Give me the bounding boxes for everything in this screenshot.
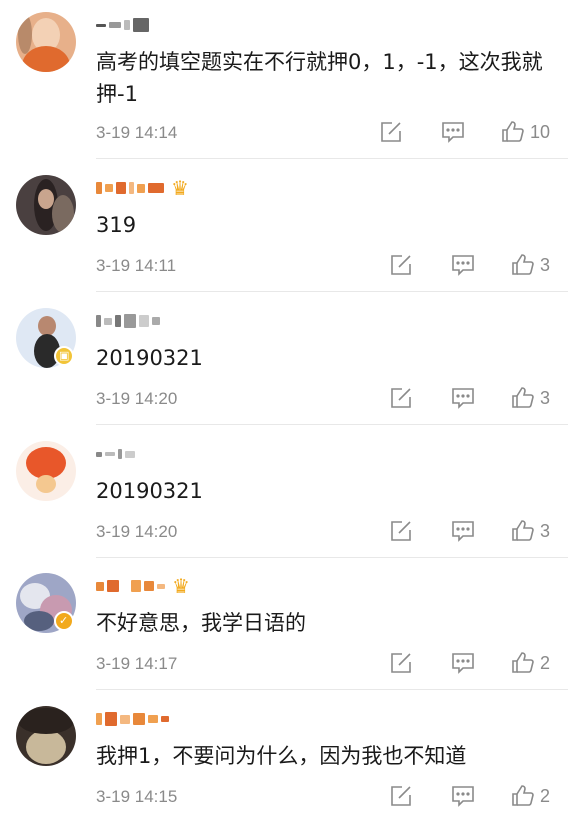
divider xyxy=(96,424,568,425)
thumbs-up-icon xyxy=(500,119,526,145)
comment-time: 3-19 14:20 xyxy=(96,522,178,541)
share-edit-icon[interactable] xyxy=(388,650,414,676)
share-edit-icon[interactable] xyxy=(388,385,414,411)
like-button[interactable]: 10 xyxy=(500,119,550,145)
share-edit-icon[interactable] xyxy=(388,783,414,809)
comment-icon[interactable] xyxy=(450,783,476,809)
thumbs-up-icon xyxy=(510,385,536,411)
divider xyxy=(96,158,568,159)
comment-text: 20190321 xyxy=(96,346,203,370)
comment-icon[interactable] xyxy=(450,518,476,544)
divider xyxy=(96,557,568,558)
like-button[interactable]: 3 xyxy=(510,518,550,544)
thumbs-up-icon xyxy=(510,252,536,278)
share-edit-icon[interactable] xyxy=(388,252,414,278)
comment-time: 3-19 14:15 xyxy=(96,787,178,806)
thumbs-up-icon xyxy=(510,518,536,544)
comment-text: 我押1，不要问为什么，因为我也不知道 xyxy=(96,744,467,768)
vip-badge-icon: ▣ xyxy=(54,346,74,366)
comment-text: 不好意思，我学日语的 xyxy=(96,611,306,635)
comment-icon[interactable] xyxy=(440,119,466,145)
username-pixelated[interactable]: ♛ xyxy=(96,177,189,199)
verified-badge-icon: ✓ xyxy=(54,611,74,631)
avatar[interactable] xyxy=(16,12,76,72)
comment-time: 3-19 14:20 xyxy=(96,389,178,408)
like-count: 3 xyxy=(539,520,550,541)
comment-time: 3-19 14:14 xyxy=(96,123,178,142)
comment-icon[interactable] xyxy=(450,650,476,676)
comment-text: 20190321 xyxy=(96,479,203,503)
divider xyxy=(96,291,568,292)
comment-time: 3-19 14:17 xyxy=(96,654,178,673)
username-pixelated[interactable] xyxy=(96,14,149,36)
username-pixelated[interactable]: ♛ xyxy=(96,575,190,597)
like-count: 3 xyxy=(539,254,550,275)
avatar[interactable] xyxy=(16,441,76,501)
like-button[interactable]: 2 xyxy=(510,650,550,676)
share-edit-icon[interactable] xyxy=(378,119,404,145)
thumbs-up-icon xyxy=(510,783,536,809)
like-button[interactable]: 3 xyxy=(510,252,550,278)
comment-list: 高考的填空题实在不行就押0，1，-1，这次我就押-1 3-19 14:14 10 xyxy=(0,0,568,814)
crown-icon: ♛ xyxy=(171,176,189,200)
username-pixelated[interactable] xyxy=(96,443,135,465)
crown-icon: ♛ xyxy=(172,574,190,598)
username-pixelated[interactable] xyxy=(96,708,169,730)
thumbs-up-icon xyxy=(510,650,536,676)
comment-icon[interactable] xyxy=(450,385,476,411)
comment-time: 3-19 14:11 xyxy=(96,256,177,275)
like-button[interactable]: 3 xyxy=(510,385,550,411)
username-pixelated[interactable] xyxy=(96,310,160,332)
like-button[interactable]: 2 xyxy=(510,783,550,809)
comment-text: 高考的填空题实在不行就押0，1，-1，这次我就押-1 xyxy=(96,50,543,106)
like-count: 3 xyxy=(539,387,550,408)
avatar[interactable] xyxy=(16,175,76,235)
comment-icon[interactable] xyxy=(450,252,476,278)
divider xyxy=(96,689,568,690)
comment-text: 319 xyxy=(96,213,137,237)
avatar[interactable] xyxy=(16,706,76,766)
like-count: 2 xyxy=(539,785,550,806)
share-edit-icon[interactable] xyxy=(388,518,414,544)
like-count: 10 xyxy=(529,121,550,142)
like-count: 2 xyxy=(539,652,550,673)
